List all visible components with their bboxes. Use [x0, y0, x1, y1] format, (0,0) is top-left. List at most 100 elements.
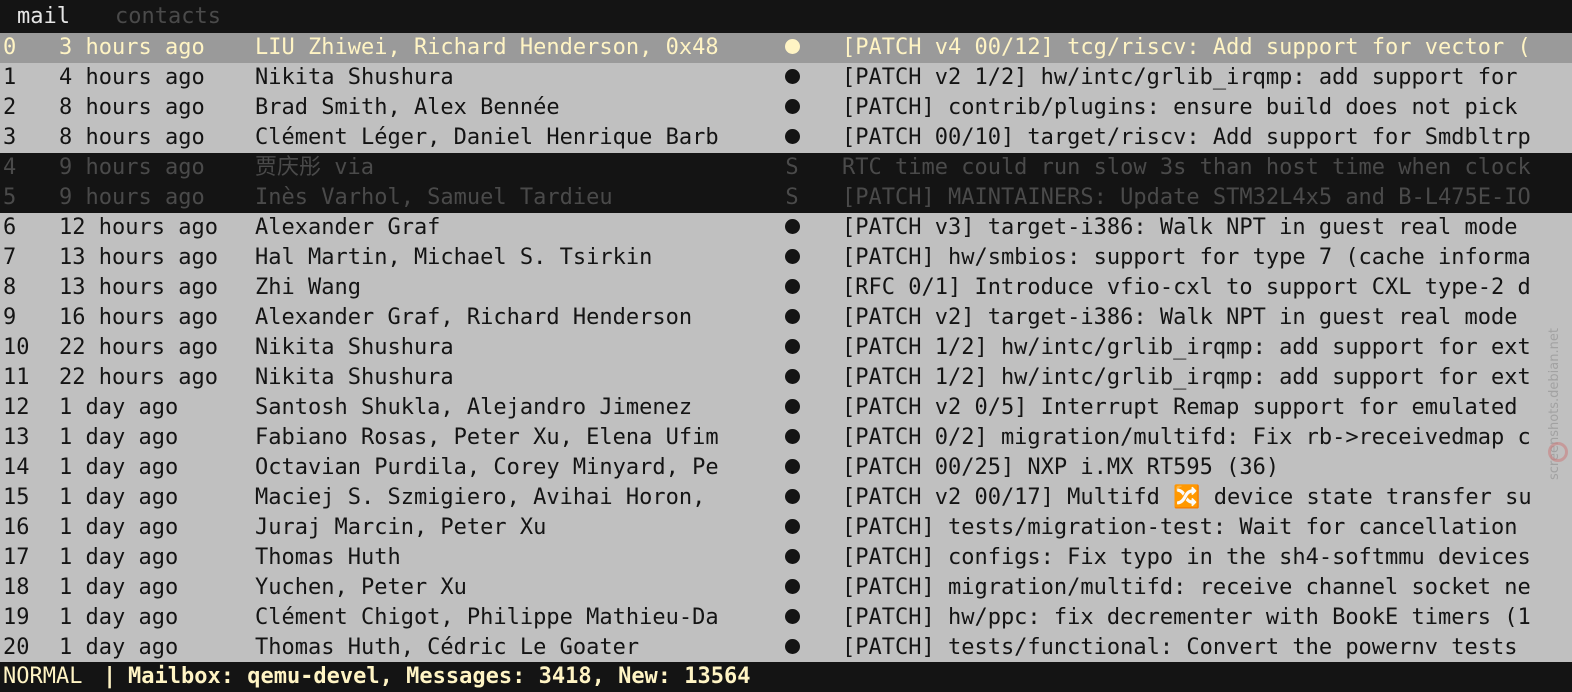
message-date: 1 day ago — [59, 635, 179, 660]
message-row[interactable]: 17 1 day ago Thomas Huth [PATCH] configs: F… — [0, 543, 1572, 573]
message-index: 16 — [3, 515, 30, 540]
seen-flag: S — [785, 155, 799, 180]
message-subject: [PATCH 00/10] target/riscv: Add support … — [842, 125, 1531, 150]
message-subject: [PATCH] tests/migration-test: Wait for c… — [842, 515, 1518, 540]
message-from: Thomas Huth, Cédric Le Goater — [255, 635, 640, 660]
tab-bar: mail contacts — [0, 2, 1572, 32]
message-row[interactable]: 13 1 day ago Fabiano Rosas, Peter Xu, Elen… — [0, 423, 1572, 453]
unread-dot-icon — [784, 399, 800, 414]
message-date: 1 day ago — [59, 605, 179, 630]
message-subject: [PATCH v2 0/5] Interrupt Remap support f… — [842, 395, 1518, 420]
unread-dot-icon — [772, 273, 812, 303]
message-index: 2 — [3, 95, 17, 120]
message-row[interactable]: 9 16 hours ago Alexander Graf, Richard Hen… — [0, 303, 1572, 333]
message-date: 4 hours ago — [59, 65, 205, 90]
message-index: 3 — [3, 125, 17, 150]
message-from: Zhi Wang — [255, 275, 361, 300]
unread-dot-icon — [784, 579, 800, 594]
message-row[interactable]: 16 1 day ago Juraj Marcin, Peter Xu [PATCH]… — [0, 513, 1572, 543]
unread-dot-icon — [784, 339, 800, 354]
message-subject: [PATCH] migration/multifd: receive chann… — [842, 575, 1531, 600]
message-date: 9 hours ago — [59, 155, 205, 180]
message-row[interactable]: 20 1 day ago Thomas Huth, Cédric Le Goater… — [0, 633, 1572, 662]
unread-dot-icon — [784, 249, 800, 264]
message-from: Alexander Graf, Richard Henderson — [255, 305, 693, 330]
unread-dot-icon — [784, 309, 800, 324]
message-index: 14 — [3, 455, 30, 480]
unread-dot-icon — [772, 453, 812, 483]
message-index: 19 — [3, 605, 30, 630]
message-from: Hal Martin, Michael S. Tsirkin — [255, 245, 653, 270]
message-date: 1 day ago — [59, 425, 179, 450]
message-index: 15 — [3, 485, 30, 510]
message-subject: [PATCH v4 00/12] tcg/riscv: Add support … — [842, 35, 1531, 60]
message-date: 3 hours ago — [59, 35, 205, 60]
message-index: 18 — [3, 575, 30, 600]
message-row[interactable]: 15 1 day ago Maciej S. Szmigiero, Avihai H… — [0, 483, 1572, 513]
message-subject: [PATCH v2 00/17] Multifd 🔀 device state … — [842, 485, 1532, 510]
message-index: 12 — [3, 395, 30, 420]
mode-indicator: NORMAL — [3, 664, 83, 689]
message-from: Clément Chigot, Philippe Mathieu-Da — [255, 605, 719, 630]
message-index: 1 — [3, 65, 17, 90]
message-date: 1 day ago — [59, 485, 179, 510]
message-date: 1 day ago — [59, 395, 179, 420]
message-from: Brad Smith, Alex Bennée — [255, 95, 560, 120]
message-from: Nikita Shushura — [255, 365, 454, 390]
message-index: 5 — [3, 185, 17, 210]
message-row[interactable]: 12 1 day ago Santosh Shukla, Alejandro Jim… — [0, 393, 1572, 423]
message-date: 8 hours ago — [59, 125, 205, 150]
message-subject: [PATCH] configs: Fix typo in the sh4-sof… — [842, 545, 1531, 570]
tab-contacts[interactable]: contacts — [115, 2, 221, 32]
message-row[interactable]: 5 9 hours ago Inès Varhol, Samuel Tardieu S… — [0, 183, 1572, 213]
message-from: Fabiano Rosas, Peter Xu, Elena Ufim — [255, 425, 719, 450]
message-row[interactable]: 0 3 hours ago LIU Zhiwei, Richard Henderso… — [0, 33, 1572, 63]
unread-dot-icon — [784, 489, 800, 504]
unread-dot-icon — [772, 333, 812, 363]
message-subject: [PATCH 1/2] hw/intc/grlib_irqmp: add sup… — [842, 365, 1531, 390]
message-date: 13 hours ago — [59, 275, 218, 300]
message-date: 1 day ago — [59, 545, 179, 570]
message-row[interactable]: 1 4 hours ago Nikita Shushura [PATCH v2 1/2… — [0, 63, 1572, 93]
message-from: Santosh Shukla, Alejandro Jimenez — [255, 395, 693, 420]
unread-dot-icon — [784, 129, 800, 144]
tab-mail[interactable]: mail — [17, 2, 70, 32]
unread-dot-icon — [772, 633, 812, 662]
seen-flag: S — [785, 185, 799, 210]
message-index: 20 — [3, 635, 30, 660]
unread-dot-icon — [772, 543, 812, 573]
message-row[interactable]: 18 1 day ago Yuchen, Peter Xu [PATCH] migra… — [0, 573, 1572, 603]
message-from: Thomas Huth — [255, 545, 401, 570]
message-row[interactable]: 19 1 day ago Clément Chigot, Philippe Math… — [0, 603, 1572, 633]
message-index: 9 — [3, 305, 17, 330]
message-date: 16 hours ago — [59, 305, 218, 330]
message-index: 8 — [3, 275, 17, 300]
message-subject: RTC time could run slow 3s than host tim… — [842, 155, 1531, 180]
message-row[interactable]: 3 8 hours ago Clément Léger, Daniel Henriq… — [0, 123, 1572, 153]
message-row[interactable]: 10 22 hours ago Nikita Shushura [PATCH 1/2]… — [0, 333, 1572, 363]
message-row[interactable]: 2 8 hours ago Brad Smith, Alex Bennée [PATC… — [0, 93, 1572, 123]
message-row[interactable]: 11 22 hours ago Nikita Shushura [PATCH 1/2]… — [0, 363, 1572, 393]
message-date: 12 hours ago — [59, 215, 218, 240]
message-subject: [RFC 0/1] Introduce vfio-cxl to support … — [842, 275, 1531, 300]
message-row[interactable]: 8 13 hours ago Zhi Wang [RFC 0/1] Introduce… — [0, 273, 1572, 303]
message-subject: [PATCH 1/2] hw/intc/grlib_irqmp: add sup… — [842, 335, 1531, 360]
message-row[interactable]: 14 1 day ago Octavian Purdila, Corey Minya… — [0, 453, 1572, 483]
message-index: 6 — [3, 215, 17, 240]
unread-dot-icon — [784, 519, 800, 534]
unread-dot-icon — [784, 609, 800, 624]
message-from: Octavian Purdila, Corey Minyard, Pe — [255, 455, 719, 480]
message-date: 1 day ago — [59, 455, 179, 480]
unread-dot-icon — [772, 393, 812, 423]
message-date: 1 day ago — [59, 575, 179, 600]
message-date: 8 hours ago — [59, 95, 205, 120]
unread-dot-icon — [772, 93, 812, 123]
message-row[interactable]: 4 9 hours ago 贾庆彤 via S RTC time could run s… — [0, 153, 1572, 183]
message-row[interactable]: 6 12 hours ago Alexander Graf [PATCH v3] ta… — [0, 213, 1572, 243]
message-row[interactable]: 7 13 hours ago Hal Martin, Michael S. Tsir… — [0, 243, 1572, 273]
message-index: 11 — [3, 365, 30, 390]
message-index: 17 — [3, 545, 30, 570]
message-from: Clément Léger, Daniel Henrique Barb — [255, 125, 719, 150]
message-list[interactable]: 0 3 hours ago LIU Zhiwei, Richard Henderso… — [0, 33, 1572, 662]
message-subject: [PATCH v2 1/2] hw/intc/grlib_irqmp: add … — [842, 65, 1518, 90]
